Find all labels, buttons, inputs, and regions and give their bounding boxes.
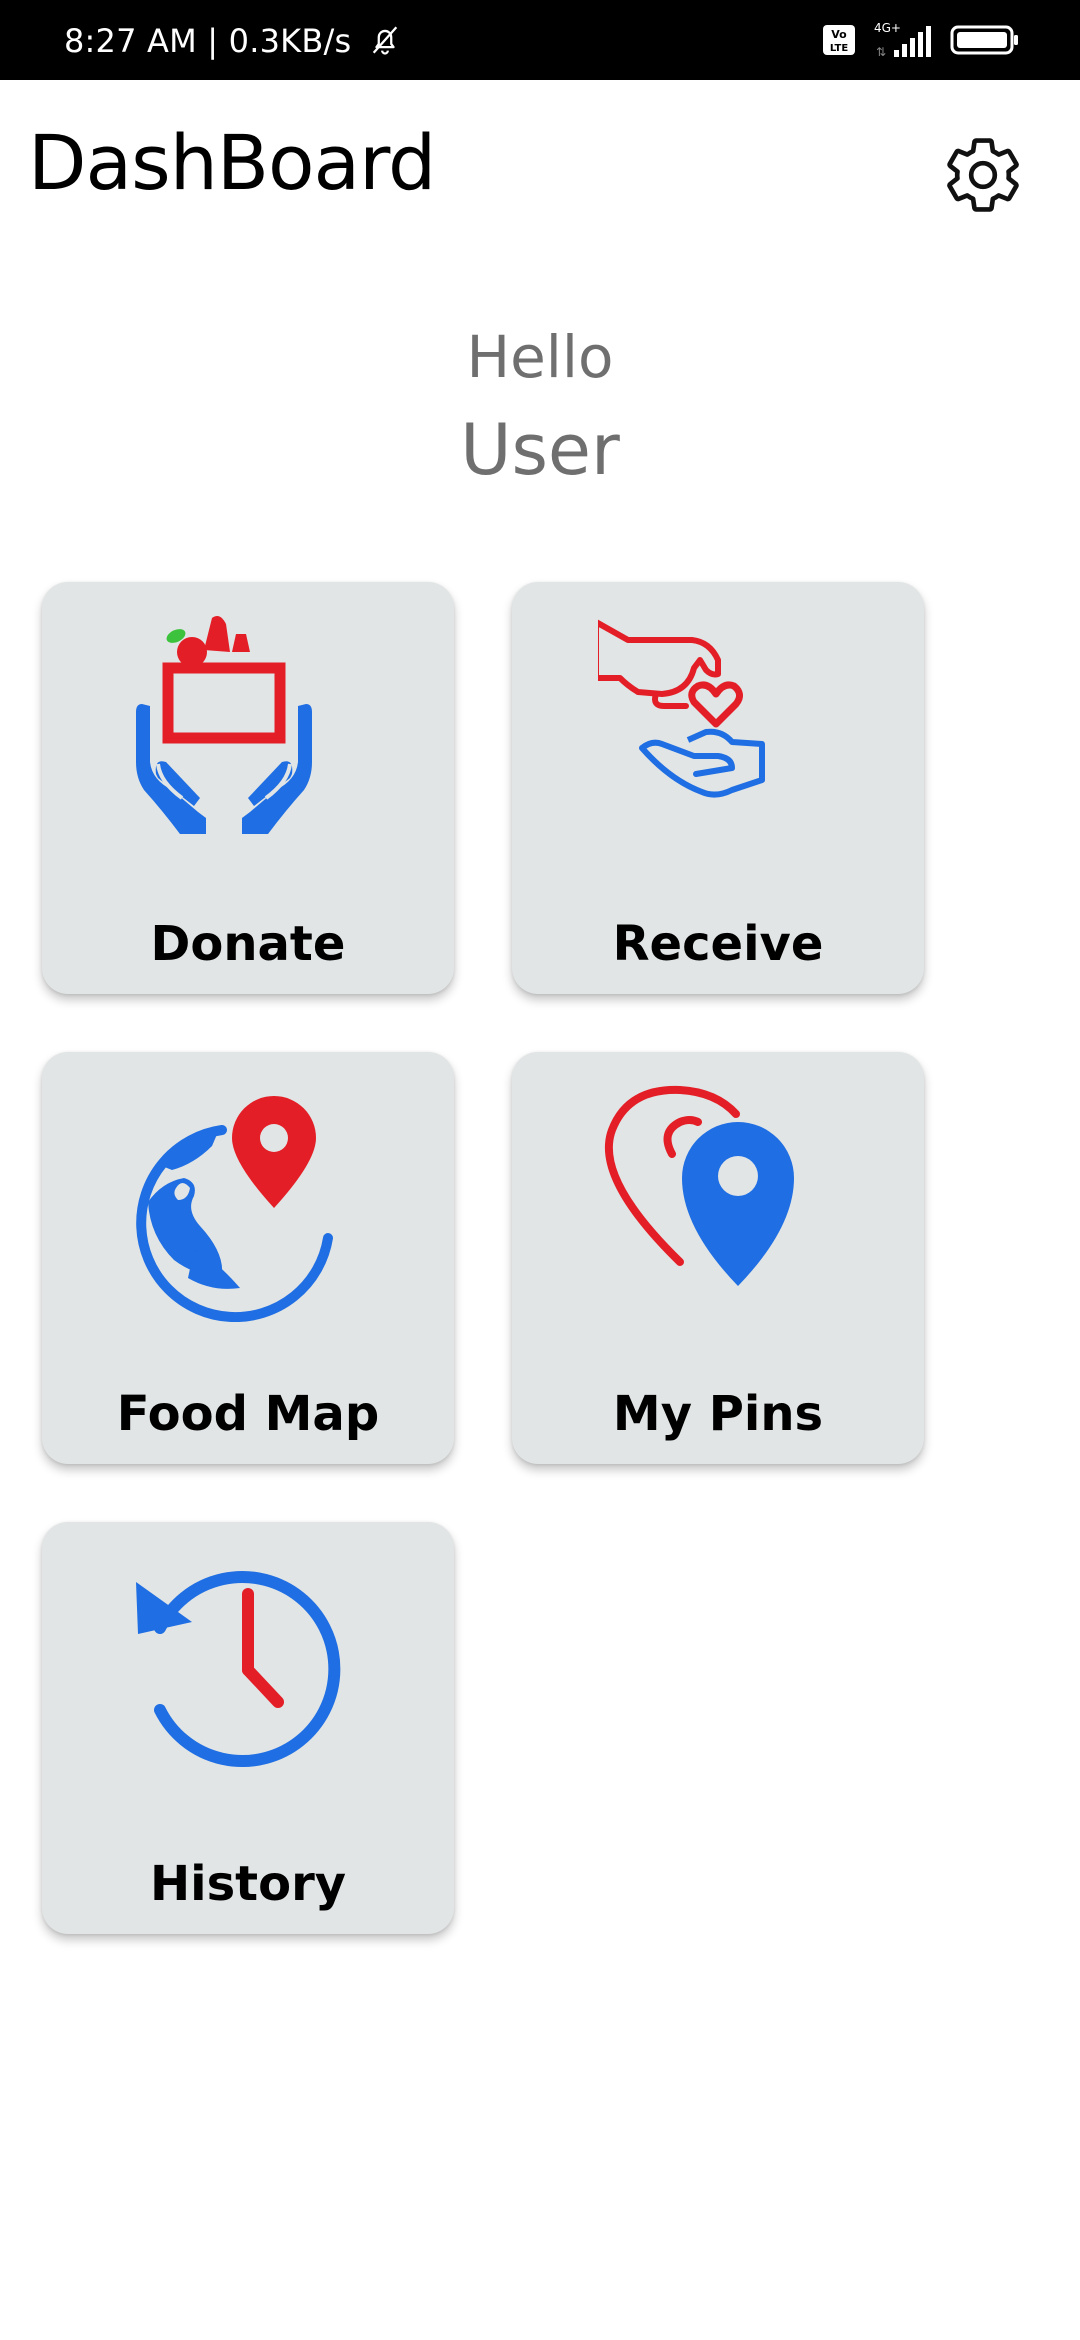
greeting-hello: Hello: [466, 323, 614, 391]
receive-icon: [598, 619, 765, 798]
history-tile[interactable]: History: [42, 1522, 454, 1934]
receive-label: Receive: [612, 916, 824, 972]
donate-tile[interactable]: Donate: [42, 582, 454, 994]
gear-icon: [947, 138, 1019, 212]
signal-4g-icon: 4G+ ⇅: [874, 21, 931, 59]
greeting-user-name: User: [460, 409, 620, 491]
history-label: History: [149, 1856, 347, 1912]
svg-text:Vo: Vo: [831, 28, 847, 41]
battery-icon: [950, 25, 1018, 55]
volte-icon: Vo LTE: [823, 25, 855, 55]
history-icon: [136, 1571, 341, 1767]
bell-off-icon: [372, 26, 397, 55]
svg-text:LTE: LTE: [830, 43, 849, 54]
svg-text:⇅: ⇅: [876, 45, 886, 59]
status-icons: Vo LTE 4G+ ⇅: [822, 0, 1020, 80]
page-title: DashBoard: [28, 118, 436, 207]
my-pins-tile[interactable]: My Pins: [512, 1052, 924, 1464]
svg-text:4G+: 4G+: [874, 21, 901, 35]
food-map-icon: [136, 1096, 333, 1322]
status-bar: 8:27 AM | 0.3KB/s Vo LTE 4G+ ⇅: [0, 0, 1080, 80]
donate-label: Donate: [150, 916, 346, 972]
food-map-label: Food Map: [116, 1386, 380, 1442]
receive-tile[interactable]: Receive: [512, 582, 924, 994]
status-time-speed: 8:27 AM | 0.3KB/s: [64, 0, 402, 80]
settings-button[interactable]: [940, 132, 1026, 218]
my-pins-icon: [604, 1085, 794, 1286]
food-map-tile[interactable]: Food Map: [42, 1052, 454, 1464]
donate-icon: [136, 616, 312, 834]
my-pins-label: My Pins: [612, 1386, 824, 1442]
